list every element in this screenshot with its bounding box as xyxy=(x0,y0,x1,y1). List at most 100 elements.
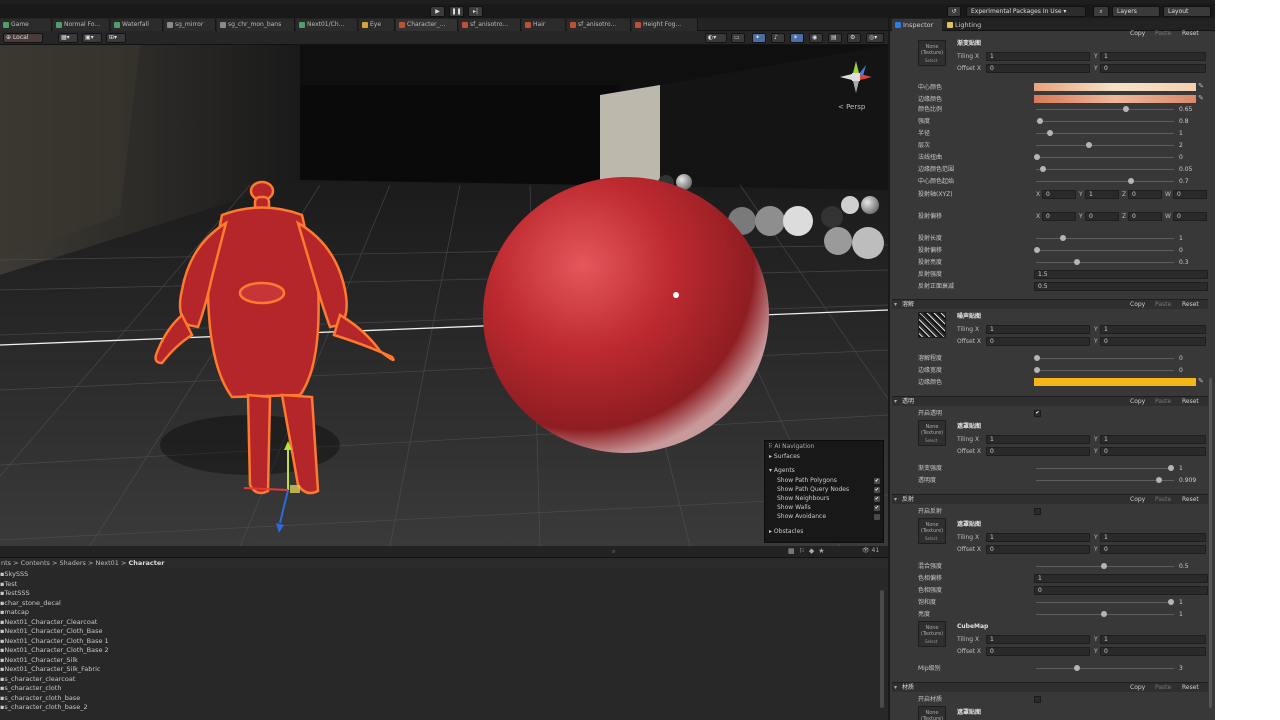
reset-button[interactable]: Reset xyxy=(1182,398,1199,406)
tools-icon[interactable]: ⚙ xyxy=(847,33,861,43)
slider-knob[interactable] xyxy=(1047,130,1053,136)
tab-lighting[interactable]: Lighting xyxy=(944,19,994,31)
breadcrumb-item[interactable]: Shaders xyxy=(60,559,86,567)
slider-knob[interactable] xyxy=(1156,477,1162,483)
list-item[interactable]: ▪s_character_clearcoat xyxy=(0,675,75,685)
tiling-y-field[interactable]: 1 xyxy=(1100,325,1206,334)
list-item[interactable]: ▪SkySSS xyxy=(0,570,28,580)
vector-z-field[interactable]: 0 xyxy=(1128,212,1162,221)
tab-next01-ch[interactable]: Next01/Ch... xyxy=(296,19,358,31)
tab-game[interactable]: Game xyxy=(0,19,52,31)
slider-knob[interactable] xyxy=(1168,465,1174,471)
obstacles-foldout[interactable]: ▸ Obstacles xyxy=(765,527,883,536)
breadcrumb-current[interactable]: Character xyxy=(129,559,165,567)
tab-sg-mirror[interactable]: sg_mirror xyxy=(164,19,216,31)
tab-height-fog[interactable]: Height Fog... xyxy=(632,19,698,31)
copy-button[interactable]: Copy xyxy=(1130,496,1145,504)
reset-button[interactable]: Reset xyxy=(1182,301,1199,309)
tab-normal-fo[interactable]: Normal Fo... xyxy=(53,19,110,31)
copy-button[interactable]: Copy xyxy=(1130,30,1145,38)
slider-track[interactable] xyxy=(1036,238,1174,239)
slider-knob[interactable] xyxy=(1074,665,1080,671)
copy-button[interactable]: Copy xyxy=(1130,301,1145,309)
slider-knob[interactable] xyxy=(1101,611,1107,617)
offset-x-field[interactable]: 0 xyxy=(986,337,1090,346)
checkbox[interactable]: ✔ xyxy=(874,505,880,511)
slider-track[interactable] xyxy=(1036,121,1174,122)
offset-x-field[interactable]: 0 xyxy=(986,545,1090,554)
tab-sg-chr-mon-bans[interactable]: sg_chr_mon_bans xyxy=(217,19,295,31)
pause-button[interactable]: ❚❚ xyxy=(449,6,464,17)
list-item[interactable]: ▪Next01_Character_Cloth_Base 1 xyxy=(0,637,109,647)
center-color-gradient[interactable] xyxy=(1034,83,1196,91)
layers-dropdown[interactable]: Layers xyxy=(1112,6,1160,17)
tiling-x-field[interactable]: 1 xyxy=(986,635,1090,644)
toggle-button[interactable]: ⊞▾ xyxy=(106,33,126,43)
slider-knob[interactable] xyxy=(1086,142,1092,148)
list-item[interactable]: ▪char_stone_decal xyxy=(0,599,61,609)
reset-button[interactable]: Reset xyxy=(1182,684,1199,692)
paste-button[interactable]: Paste xyxy=(1155,496,1171,504)
orientation-gizmo[interactable] xyxy=(836,57,876,97)
reset-button[interactable]: Reset xyxy=(1182,496,1199,504)
camera-icon[interactable]: ▤ xyxy=(828,33,842,43)
list-item[interactable]: ▪TestSSS xyxy=(0,589,30,599)
offset-y-field[interactable]: 0 xyxy=(1100,647,1206,656)
breadcrumb-item[interactable]: Next01 xyxy=(96,559,119,567)
offset-x-field[interactable]: 0 xyxy=(986,647,1090,656)
show-walls-toggle[interactable]: Show Walls ✔ xyxy=(765,503,883,512)
tiling-x-field[interactable]: 1 xyxy=(986,435,1090,444)
offset-y-field[interactable]: 0 xyxy=(1100,64,1206,73)
reset-button[interactable]: Reset xyxy=(1182,30,1199,38)
float-field[interactable]: 0.5 xyxy=(1034,282,1208,291)
tab-inspector[interactable]: Inspector xyxy=(892,19,942,31)
vector-y-field[interactable]: 1 xyxy=(1085,190,1119,199)
checkbox[interactable]: ✔ xyxy=(1034,410,1041,417)
tab-hair[interactable]: Hair xyxy=(522,19,566,31)
checkbox[interactable] xyxy=(1034,696,1041,703)
tab-sf-anisotro-1[interactable]: sf_anisotro... xyxy=(459,19,521,31)
section-header-transparency[interactable]: ▾ 透明 Copy Paste Reset xyxy=(892,396,1208,406)
experimental-packages-dropdown[interactable]: Experimental Packages In Use ▾ xyxy=(966,6,1086,17)
slider-track[interactable] xyxy=(1036,602,1174,603)
lighting-toggle-icon[interactable]: ✦ xyxy=(752,33,766,43)
checkbox[interactable] xyxy=(874,514,880,520)
edge-color-gradient[interactable] xyxy=(1034,95,1196,103)
ai-navigation-title[interactable]: ⠿ AI Navigation xyxy=(765,442,883,451)
grid-snap-button[interactable]: ▦▾ xyxy=(58,33,78,43)
effects-toggle-icon[interactable]: ✶ xyxy=(790,33,804,43)
list-item[interactable]: ▪Next01_Character_Cloth_Base xyxy=(0,627,102,637)
slider-track[interactable] xyxy=(1036,358,1174,359)
slider-track[interactable] xyxy=(1036,262,1174,263)
checkbox[interactable]: ✔ xyxy=(874,487,880,493)
vector-w-field[interactable]: 0 xyxy=(1173,190,1207,199)
tiling-y-field[interactable]: 1 xyxy=(1100,435,1206,444)
slider-track[interactable] xyxy=(1036,480,1174,481)
paste-button[interactable]: Paste xyxy=(1155,30,1171,38)
project-scrollbar[interactable] xyxy=(880,590,884,708)
texture-slot[interactable]: None (Texture) xyxy=(918,706,946,720)
2d-toggle[interactable]: ▭ xyxy=(731,33,745,43)
tab-sf-anisotro-2[interactable]: sf_anisotro... xyxy=(567,19,631,31)
filter-icons[interactable]: ▦⚐◆★ xyxy=(788,547,829,555)
breadcrumb-item[interactable]: Contents xyxy=(21,559,50,567)
tiling-y-field[interactable]: 1 xyxy=(1100,533,1206,542)
tiling-x-field[interactable]: 1 xyxy=(986,533,1090,542)
search-icon[interactable]: ⌕ xyxy=(1093,6,1109,17)
tiling-x-field[interactable]: 1 xyxy=(986,52,1090,61)
eyedropper-icon[interactable]: ✎ xyxy=(1198,94,1204,102)
breadcrumb-item[interactable]: nts xyxy=(1,559,11,567)
offset-y-field[interactable]: 0 xyxy=(1100,337,1206,346)
slider-knob[interactable] xyxy=(1034,247,1040,253)
eyedropper-icon[interactable]: ✎ xyxy=(1198,82,1204,90)
float-field[interactable]: 1 xyxy=(1034,574,1208,583)
slider-knob[interactable] xyxy=(1074,259,1080,265)
vector-y-field[interactable]: 0 xyxy=(1085,212,1119,221)
list-item[interactable]: ▪Next01_Character_Clearcoat xyxy=(0,618,97,628)
step-button[interactable]: ▸| xyxy=(468,6,483,17)
history-icon[interactable]: ↺ xyxy=(947,6,961,17)
slider-knob[interactable] xyxy=(1128,178,1134,184)
slider-knob[interactable] xyxy=(1101,563,1107,569)
paste-button[interactable]: Paste xyxy=(1155,301,1171,309)
slider-track[interactable] xyxy=(1036,668,1174,669)
